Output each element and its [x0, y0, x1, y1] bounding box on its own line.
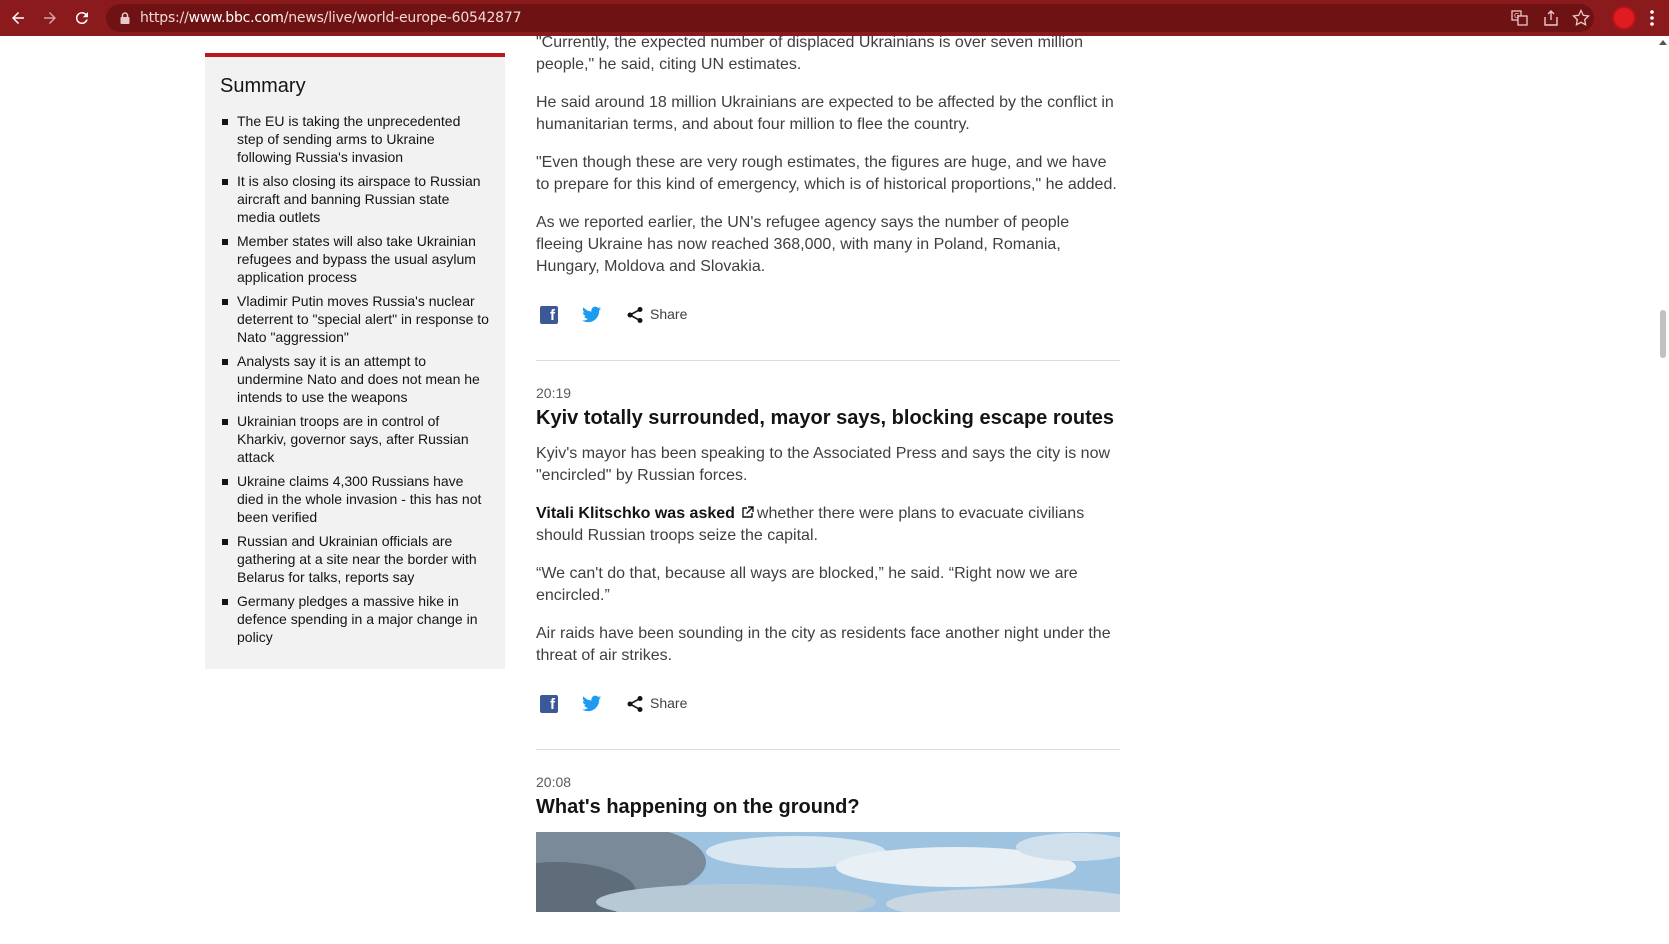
share-button[interactable]: Share: [650, 695, 687, 711]
external-link[interactable]: Vitali Klitschko was asked: [536, 505, 735, 522]
address-bar[interactable]: https://www.bbc.com/news/live/world-euro…: [106, 4, 1594, 32]
sky-photo: [536, 832, 1120, 912]
share-button[interactable]: Share: [650, 306, 687, 322]
twitter-icon[interactable]: [582, 306, 602, 324]
page-scrollbar[interactable]: [1657, 36, 1669, 944]
url-text[interactable]: https://www.bbc.com/news/live/world-euro…: [140, 10, 522, 26]
post-timestamp: 20:19: [536, 385, 572, 401]
reload-icon[interactable]: [70, 6, 94, 30]
live-post: "Currently, the expected number of displ…: [536, 32, 1120, 328]
svg-text:G: G: [1514, 12, 1519, 20]
summary-item: Ukraine claims 4,300 Russians have died …: [220, 472, 490, 526]
summary-item: Analysts say it is an attempt to undermi…: [220, 352, 490, 406]
post-paragraph: "Currently, the expected number of displ…: [536, 34, 1083, 73]
summary-item: The EU is taking the unprecedented step …: [220, 112, 490, 166]
external-link-icon[interactable]: [741, 506, 754, 519]
profile-avatar-icon[interactable]: [1612, 6, 1636, 30]
share-icon[interactable]: [626, 695, 644, 713]
live-post: 20:08 What's happening on the ground?: [536, 750, 1120, 912]
post-paragraph: Vitali Klitschko was asked whether there …: [536, 505, 1085, 544]
post-headline: What's happening on the ground?: [536, 796, 860, 818]
summary-item: It is also closing its airspace to Russi…: [220, 172, 490, 226]
post-paragraph: Kyiv's mayor has been speaking to the As…: [536, 445, 1111, 484]
browser-toolbar: https://www.bbc.com/news/live/world-euro…: [0, 0, 1669, 36]
back-arrow-icon[interactable]: [6, 6, 30, 30]
summary-list: The EU is taking the unprecedented step …: [220, 112, 490, 646]
scrollbar-thumb[interactable]: [1660, 310, 1666, 358]
kebab-menu-icon[interactable]: [1644, 6, 1660, 30]
facebook-icon[interactable]: f: [540, 695, 558, 713]
summary-item: Vladimir Putin moves Russia's nuclear de…: [220, 292, 490, 346]
forward-arrow-icon[interactable]: [38, 6, 62, 30]
summary-title: Summary: [220, 75, 306, 97]
live-feed: "Currently, the expected number of displ…: [536, 34, 1120, 912]
share-icon[interactable]: [626, 306, 644, 324]
post-paragraph: Air raids have been sounding in the city…: [536, 625, 1111, 664]
summary-item: Ukrainian troops are in control of Khark…: [220, 412, 490, 466]
post-image: [536, 832, 1120, 912]
summary-item: Member states will also take Ukrainian r…: [220, 232, 490, 286]
live-post: 20:19 Kyiv totally surrounded, mayor say…: [536, 361, 1120, 717]
bookmark-star-icon[interactable]: [1572, 9, 1590, 27]
scroll-up-arrow-icon[interactable]: [1659, 40, 1667, 45]
summary-item: Russian and Ukrainian officials are gath…: [220, 532, 490, 586]
share-tools: f Share: [536, 304, 1120, 328]
translate-icon[interactable]: G: [1511, 9, 1529, 27]
post-timestamp: 20:08: [536, 774, 572, 790]
post-paragraph: As we reported earlier, the UN's refugee…: [536, 214, 1070, 275]
post-paragraph: “We can't do that, because all ways are …: [536, 565, 1078, 604]
lock-icon[interactable]: [118, 11, 132, 25]
post-paragraph: He said around 18 million Ukrainians are…: [536, 94, 1114, 133]
post-headline: Kyiv totally surrounded, mayor says, blo…: [536, 407, 1114, 429]
facebook-icon[interactable]: f: [540, 306, 558, 324]
post-paragraph: "Even though these are very rough estima…: [536, 154, 1117, 193]
share-tools: f Share: [536, 693, 1120, 717]
summary-item: Germany pledges a massive hike in defenc…: [220, 592, 490, 646]
twitter-icon[interactable]: [582, 695, 602, 713]
share-page-icon[interactable]: [1542, 9, 1560, 27]
summary-panel: Summary The EU is taking the unprecedent…: [205, 53, 505, 669]
